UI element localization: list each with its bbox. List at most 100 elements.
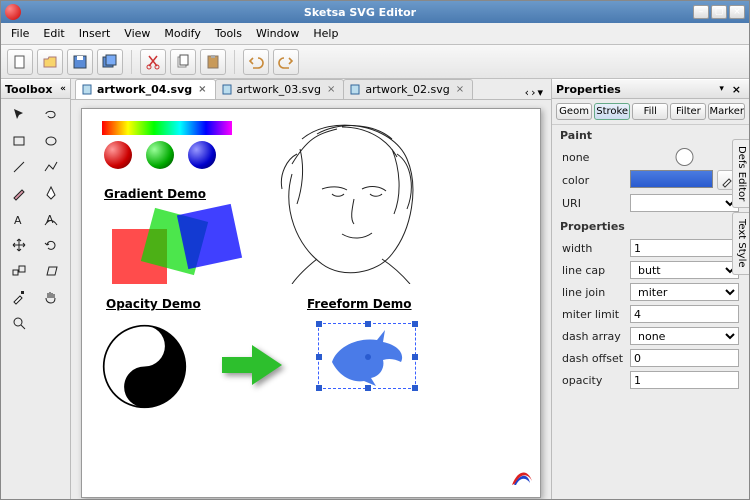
menu-window[interactable]: Window <box>250 25 305 42</box>
linecap-select[interactable]: butt <box>630 261 739 279</box>
eyedropper-tool[interactable] <box>5 285 33 309</box>
hand-tool[interactable] <box>37 285 65 309</box>
toolbox-panel: Toolbox « A A <box>1 79 71 499</box>
ellipse-tool[interactable] <box>37 129 65 153</box>
svg-canvas[interactable]: Gradient Demo Opacity Demo <box>81 108 541 498</box>
width-label: width <box>562 242 624 255</box>
gradient-demo-label: Gradient Demo <box>104 187 206 201</box>
side-tab-textstyle[interactable]: Text Style <box>732 212 749 275</box>
menu-tools[interactable]: Tools <box>209 25 248 42</box>
menu-file[interactable]: File <box>5 25 35 42</box>
skew-tool[interactable] <box>37 259 65 283</box>
maximize-button[interactable]: ▢ <box>711 5 727 19</box>
scale-tool[interactable] <box>5 259 33 283</box>
tab-close-icon[interactable]: × <box>456 84 464 95</box>
tab-menu-button[interactable]: ▾ <box>537 86 543 99</box>
cut-button[interactable] <box>140 49 166 75</box>
menu-edit[interactable]: Edit <box>37 25 70 42</box>
window-title: Sketsa SVG Editor <box>27 6 693 19</box>
tab-artwork-02[interactable]: artwork_02.svg × <box>343 79 473 99</box>
move-tool[interactable] <box>5 233 33 257</box>
save-all-button[interactable] <box>97 49 123 75</box>
collapse-icon[interactable]: « <box>60 84 66 94</box>
file-icon <box>350 84 361 95</box>
close-button[interactable]: × <box>729 5 745 19</box>
new-button[interactable] <box>7 49 33 75</box>
paint-section-label: Paint <box>552 125 749 144</box>
linejoin-select[interactable]: miter <box>630 283 739 301</box>
properties-header: Properties ▾ × <box>552 79 749 99</box>
menu-modify[interactable]: Modify <box>158 25 206 42</box>
undo-button[interactable] <box>243 49 269 75</box>
open-button[interactable] <box>37 49 63 75</box>
red-sphere <box>104 141 132 169</box>
select-tool[interactable] <box>5 103 33 127</box>
panel-menu-icon[interactable]: ▾ <box>719 84 724 94</box>
menu-help[interactable]: Help <box>307 25 344 42</box>
lasso-tool[interactable] <box>37 103 65 127</box>
gradient-bar <box>102 121 232 135</box>
tab-artwork-03[interactable]: artwork_03.svg × <box>215 79 345 99</box>
pen-tool[interactable] <box>37 181 65 205</box>
linecap-label: line cap <box>562 264 624 277</box>
redo-button[interactable] <box>273 49 299 75</box>
tab-next-button[interactable]: › <box>531 86 535 99</box>
tab-prev-button[interactable]: ‹ <box>525 86 529 99</box>
paint-color-label: color <box>562 174 624 187</box>
pencil-tool[interactable] <box>5 181 33 205</box>
width-input[interactable] <box>630 239 739 257</box>
tab-label: artwork_03.svg <box>237 83 321 96</box>
file-icon <box>222 84 233 95</box>
miterlimit-label: miter limit <box>562 308 624 321</box>
tab-artwork-04[interactable]: artwork_04.svg × <box>75 79 216 99</box>
tab-filter[interactable]: Filter <box>670 103 706 120</box>
tab-marker[interactable]: Marker <box>708 103 745 120</box>
dashoffset-label: dash offset <box>562 352 624 365</box>
freeform-demo-label: Freeform Demo <box>307 297 412 311</box>
polyline-tool[interactable] <box>37 155 65 179</box>
save-button[interactable] <box>67 49 93 75</box>
opacity-input[interactable] <box>630 371 739 389</box>
miterlimit-input[interactable] <box>630 305 739 323</box>
toolbox-title: Toolbox <box>5 83 52 96</box>
dashoffset-input[interactable] <box>630 349 739 367</box>
menu-insert[interactable]: Insert <box>73 25 117 42</box>
tab-label: artwork_04.svg <box>97 83 192 96</box>
paint-uri-select[interactable] <box>630 194 739 212</box>
paint-uri-label: URI <box>562 197 624 210</box>
blue-square <box>177 204 242 269</box>
tab-fill[interactable]: Fill <box>632 103 668 120</box>
zoom-tool[interactable] <box>5 311 33 335</box>
side-tab-defs[interactable]: Defs Editor <box>732 139 749 208</box>
file-icon <box>82 84 93 95</box>
text-tool[interactable]: A <box>5 207 33 231</box>
selection-box[interactable] <box>318 323 416 389</box>
properties-panel: Properties ▾ × Geom Stroke Fill Filter M… <box>551 79 749 499</box>
dasharray-select[interactable]: none <box>630 327 739 345</box>
tab-stroke[interactable]: Stroke <box>594 103 630 120</box>
tab-close-icon[interactable]: × <box>327 84 335 95</box>
stroke-color-swatch[interactable] <box>630 170 713 188</box>
tab-geom[interactable]: Geom <box>556 103 592 120</box>
document-tabbar: artwork_04.svg × artwork_03.svg × artwor… <box>71 79 551 100</box>
app-logo <box>508 465 534 491</box>
text-path-tool[interactable]: A <box>37 207 65 231</box>
line-tool[interactable] <box>5 155 33 179</box>
paste-button[interactable] <box>200 49 226 75</box>
tab-close-icon[interactable]: × <box>198 84 206 95</box>
svg-text:A: A <box>46 213 54 226</box>
rotate-tool[interactable] <box>37 233 65 257</box>
tab-label: artwork_02.svg <box>365 83 449 96</box>
menu-view[interactable]: View <box>118 25 156 42</box>
yinyang-shape <box>102 324 187 409</box>
canvas-area[interactable]: Gradient Demo Opacity Demo <box>71 100 551 499</box>
paint-none-radio[interactable] <box>630 148 739 166</box>
copy-button[interactable] <box>170 49 196 75</box>
dasharray-label: dash array <box>562 330 624 343</box>
main-toolbar <box>1 45 749 79</box>
rect-tool[interactable] <box>5 129 33 153</box>
panel-close-icon[interactable]: × <box>732 83 741 96</box>
green-arrow <box>217 339 287 389</box>
properties-title: Properties <box>556 83 621 96</box>
minimize-button[interactable]: – <box>693 5 709 19</box>
